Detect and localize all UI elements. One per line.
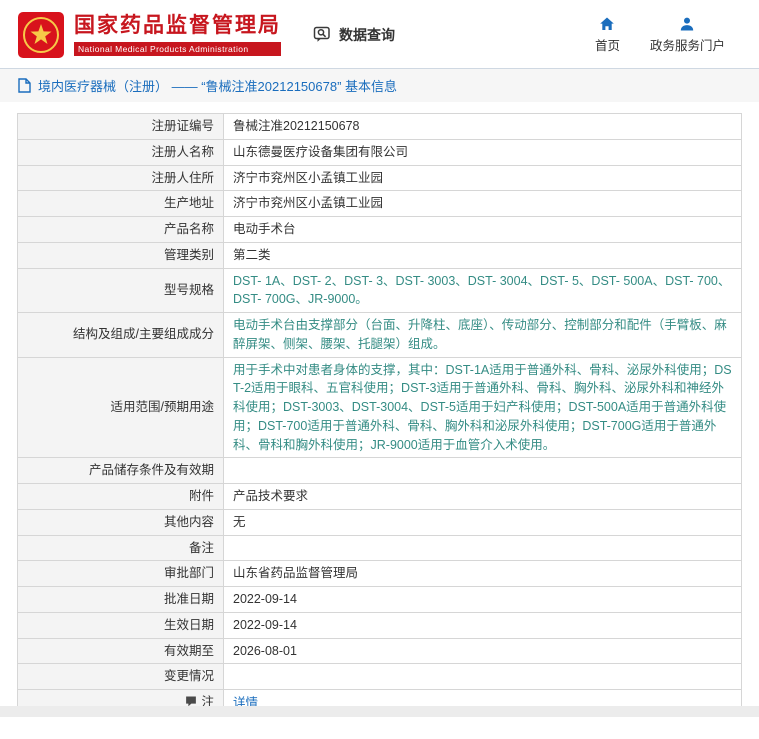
row-value: 2026-08-01 xyxy=(223,637,742,665)
row-label: 适用范围/预期用途 xyxy=(17,356,224,459)
data-query-icon xyxy=(313,25,333,45)
info-table: 注册证编号 鲁械注准20212150678 注册人名称 山东德曼医疗设备集团有限公司注… xyxy=(17,113,742,717)
footer-strip xyxy=(0,705,759,717)
agency-name-en: National Medical Products Administration xyxy=(74,41,281,56)
nav-portal[interactable]: 政务服务门户 xyxy=(650,16,725,54)
table-row: 注册证编号 鲁械注准20212150678 xyxy=(17,113,742,140)
row-label: 批准日期 xyxy=(17,586,224,613)
row-label: 备注 xyxy=(17,534,224,562)
nav-portal-label: 政务服务门户 xyxy=(649,39,725,53)
row-label: 产品储存条件及有效期 xyxy=(17,457,224,484)
table-row: 备注 xyxy=(17,534,742,562)
row-label: 生产地址 xyxy=(17,190,224,217)
agency-name-cn: 国家药品监督管理局 xyxy=(74,14,281,38)
row-value: 用于手术中对患者身体的支撑，其中：DST-1A适用于普通外科、骨科、泌尿外科使用… xyxy=(223,356,742,459)
row-label: 变更情况 xyxy=(17,663,224,690)
row-value: 山东德曼医疗设备集团有限公司 xyxy=(223,138,742,166)
user-icon xyxy=(679,16,695,32)
row-value: 2022-09-14 xyxy=(223,586,742,613)
row-value: 2022-09-14 xyxy=(223,611,742,639)
table-row: 变更情况 xyxy=(17,663,742,690)
row-value xyxy=(223,663,742,690)
row-value: 山东省药品监督管理局 xyxy=(223,560,742,587)
row-label: 产品名称 xyxy=(17,216,224,243)
row-label: 注册证编号 xyxy=(17,113,224,140)
row-label: 附件 xyxy=(17,483,224,510)
breadcrumb-text: 境内医疗器械（注册） —— “鲁械注准20212150678” 基本信息 xyxy=(38,79,398,94)
row-label: 注册人名称 xyxy=(17,138,224,166)
row-value: 济宁市兖州区小孟镇工业园 xyxy=(223,164,742,192)
row-label: 有效期至 xyxy=(17,637,224,665)
info-table-body: 注册证编号 鲁械注准20212150678 注册人名称 山东德曼医疗设备集团有限公司注… xyxy=(17,113,742,717)
row-label: 注册人住所 xyxy=(17,164,224,192)
row-value: DST- 1A、DST- 2、DST- 3、DST- 3003、DST- 300… xyxy=(223,267,742,313)
table-row: 批准日期 2022-09-14 xyxy=(17,586,742,613)
breadcrumb: 境内医疗器械（注册） —— “鲁械注准20212150678” 基本信息 xyxy=(0,69,759,102)
row-label: 生效日期 xyxy=(17,611,224,639)
home-icon xyxy=(599,16,615,32)
table-row: 结构及组成/主要组成成分 电动手术台由支撑部分（台面、升降柱、底座）、传动部分、控… xyxy=(17,312,742,358)
nmpa-emblem-logo xyxy=(18,12,64,58)
row-label: 型号规格 xyxy=(17,267,224,313)
data-query-label: 数据查询 xyxy=(339,27,395,43)
top-nav: 首页 政务服务门户 xyxy=(595,16,739,54)
document-icon xyxy=(18,78,31,93)
row-value: 第二类 xyxy=(223,241,742,269)
row-value: 电动手术台由支撑部分（台面、升降柱、底座）、传动部分、控制部分和配件（手臂板、麻… xyxy=(223,312,742,358)
table-row: 其他内容无 xyxy=(17,508,742,536)
table-row: 产品名称 电动手术台 xyxy=(17,216,742,243)
table-row: 产品储存条件及有效期 xyxy=(17,457,742,484)
row-label: 管理类别 xyxy=(17,241,224,269)
row-label: 审批部门 xyxy=(17,560,224,587)
nav-home[interactable]: 首页 xyxy=(595,16,620,54)
table-row: 有效期至 2026-08-01 xyxy=(17,637,742,665)
table-row: 审批部门 山东省药品监督管理局 xyxy=(17,560,742,587)
site-header: 国家药品监督管理局 National Medical Products Admi… xyxy=(0,0,759,69)
row-value: 电动手术台 xyxy=(223,216,742,243)
row-value xyxy=(223,457,742,484)
table-row: 型号规格 DST- 1A、DST- 2、DST- 3、DST- 3003、DST-… xyxy=(17,267,742,313)
agency-title: 国家药品监督管理局 National Medical Products Admi… xyxy=(74,14,281,56)
table-row: 管理类别 第二类 xyxy=(17,241,742,269)
row-label: 结构及组成/主要组成成分 xyxy=(17,312,224,358)
row-value xyxy=(223,534,742,562)
table-row: 附件 产品技术要求 xyxy=(17,483,742,510)
row-value: 无 xyxy=(223,508,742,536)
table-row: 注册人住所 济宁市兖州区小孟镇工业园 xyxy=(17,164,742,192)
row-value: 鲁械注准20212150678 xyxy=(223,113,742,140)
row-value: 产品技术要求 xyxy=(223,483,742,510)
nav-home-label: 首页 xyxy=(594,39,620,53)
table-row: 注册人名称 山东德曼医疗设备集团有限公司 xyxy=(17,138,742,166)
table-row: 适用范围/预期用途 用于手术中对患者身体的支撑，其中：DST-1A适用于普通外科、… xyxy=(17,356,742,459)
row-value: 济宁市兖州区小孟镇工业园 xyxy=(223,190,742,217)
row-label: 其他内容 xyxy=(17,508,224,536)
table-row: 生产地址 济宁市兖州区小孟镇工业园 xyxy=(17,190,742,217)
data-query-nav[interactable]: 数据查询 xyxy=(313,25,395,45)
table-row: 生效日期 2022-09-14 xyxy=(17,611,742,639)
